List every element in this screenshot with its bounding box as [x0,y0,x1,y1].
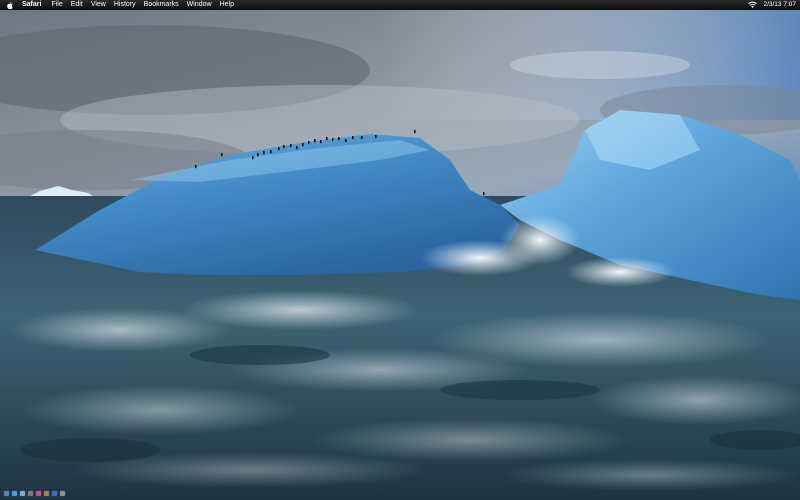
desktop-wallpaper [0,10,800,500]
apple-icon[interactable] [6,0,14,10]
menu-view[interactable]: View [91,0,112,10]
itunes-icon[interactable] [36,490,41,496]
app-store-icon[interactable] [52,490,57,496]
desktop[interactable] [0,10,800,500]
menu-bar: Safari File Edit View History Bookmarks … [0,0,800,10]
menu-clock[interactable]: 2/3/13 7:07 [763,0,796,10]
mail-icon[interactable] [20,490,25,496]
wifi-icon[interactable] [748,1,758,9]
safari-icon[interactable] [12,490,17,496]
finder-icon[interactable] [4,490,9,496]
dock [0,488,68,498]
menu-file[interactable]: File [51,0,68,10]
system-preferences-icon[interactable] [28,490,33,496]
menu-bookmarks[interactable]: Bookmarks [144,0,185,10]
menu-help[interactable]: Help [220,0,240,10]
trash-icon[interactable] [60,490,65,496]
menu-window[interactable]: Window [187,0,218,10]
photos-icon[interactable] [44,490,49,496]
menu-edit[interactable]: Edit [71,0,89,10]
menu-history[interactable]: History [114,0,142,10]
menu-app-safari[interactable]: Safari [22,0,47,10]
